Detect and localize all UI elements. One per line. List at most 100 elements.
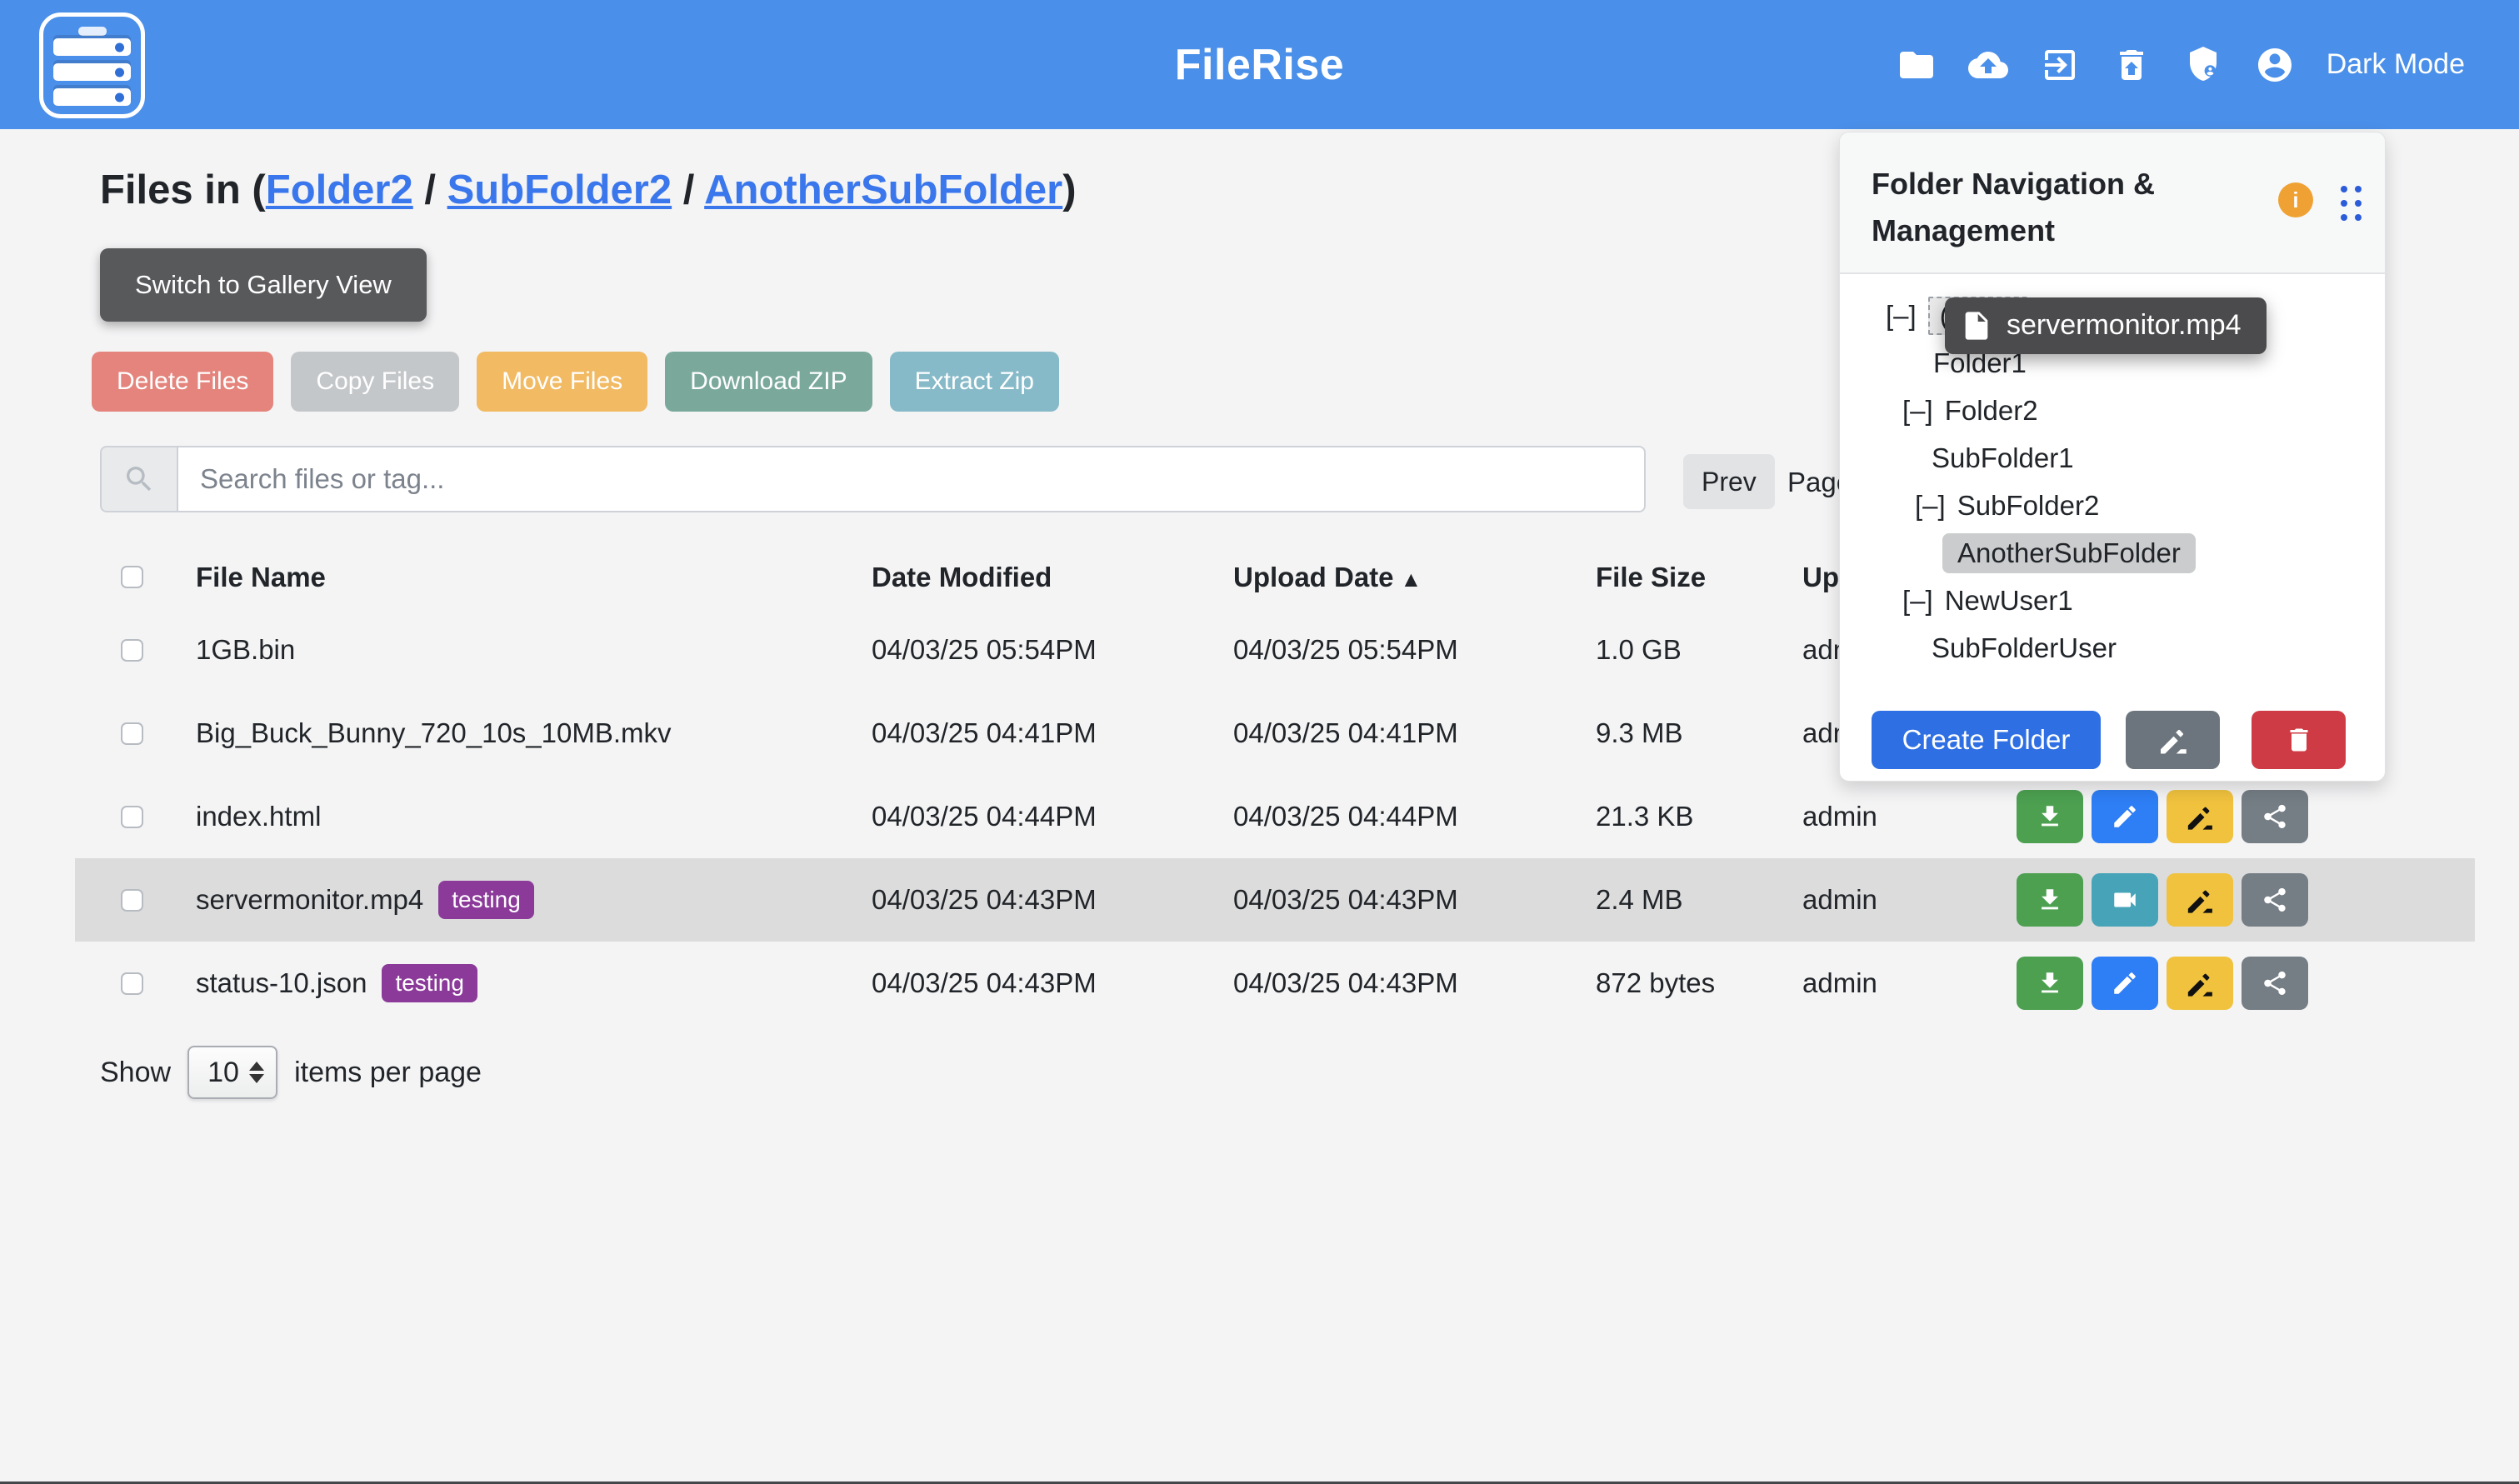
edit-button[interactable] xyxy=(2092,957,2158,1010)
tree-toggle-icon[interactable]: [–] xyxy=(1902,395,1933,427)
filerise-app: FileRise Dark Mode Files in (Folder2 / S… xyxy=(0,0,2519,1484)
uploader: admin xyxy=(1802,884,2017,916)
file-name[interactable]: 1GB.bin xyxy=(196,634,295,666)
trash-restore-icon[interactable] xyxy=(2112,45,2152,85)
row-checkbox[interactable] xyxy=(121,972,143,995)
cloud-upload-icon[interactable] xyxy=(1968,45,2008,85)
column-header-file-size[interactable]: File Size xyxy=(1596,562,1802,593)
file-name[interactable]: Big_Buck_Bunny_720_10s_10MB.mkv xyxy=(196,717,672,749)
tree-item-newuser1[interactable]: [–] NewUser1 xyxy=(1840,577,2385,625)
share-button[interactable] xyxy=(2242,957,2308,1010)
column-header-file-name[interactable]: File Name xyxy=(196,562,872,593)
breadcrumb-separator: / xyxy=(413,167,447,212)
search-bar xyxy=(100,446,1646,512)
uploader: admin xyxy=(1802,801,2017,832)
breadcrumb-suffix: ) xyxy=(1062,167,1076,212)
search-input[interactable] xyxy=(177,446,1646,512)
play-video-button[interactable] xyxy=(2092,873,2158,927)
delete-files-button[interactable]: Delete Files xyxy=(92,352,273,412)
copy-files-button[interactable]: Copy Files xyxy=(291,352,459,412)
sign-in-icon[interactable] xyxy=(2040,45,2080,85)
rename-button[interactable] xyxy=(2167,957,2233,1010)
tree-toggle-icon[interactable]: [–] xyxy=(1915,490,1946,522)
file-size: 21.3 KB xyxy=(1596,801,1802,832)
file-name[interactable]: index.html xyxy=(196,801,321,832)
row-checkbox[interactable] xyxy=(121,806,143,828)
file-size: 872 bytes xyxy=(1596,967,1802,999)
download-button[interactable] xyxy=(2017,873,2083,927)
row-checkbox[interactable] xyxy=(121,889,143,912)
edit-button[interactable] xyxy=(2092,790,2158,843)
tree-item-subfolder1[interactable]: SubFolder1 xyxy=(1840,435,2385,482)
file-tag-badge: testing xyxy=(382,964,477,1002)
search-icon xyxy=(100,446,177,512)
table-row: status-10.json testing 04/03/25 04:43PM … xyxy=(75,942,2475,1025)
breadcrumb-link-subfolder2[interactable]: SubFolder2 xyxy=(447,167,672,212)
sort-ascending-icon: ▲ xyxy=(1401,567,1422,592)
upload-date: 04/03/25 05:54PM xyxy=(1233,634,1596,666)
folder-icon[interactable] xyxy=(1897,45,1937,85)
info-icon[interactable]: i xyxy=(2278,182,2313,217)
items-per-page-select[interactable]: 10 xyxy=(187,1046,277,1099)
rename-button[interactable] xyxy=(2167,873,2233,927)
select-spinner-icon xyxy=(249,1062,264,1083)
account-circle-icon[interactable] xyxy=(2255,45,2295,85)
upload-date: 04/03/25 04:44PM xyxy=(1233,801,1596,832)
rename-folder-button[interactable] xyxy=(2126,711,2220,769)
filerise-logo-icon[interactable] xyxy=(39,12,145,118)
drag-handle-icon[interactable] xyxy=(2341,186,2362,221)
row-checkbox[interactable] xyxy=(121,722,143,745)
top-bar: FileRise Dark Mode xyxy=(0,0,2519,129)
items-per-page-control: Show 10 items per page xyxy=(100,1046,482,1099)
selected-folder[interactable]: AnotherSubFolder xyxy=(1942,533,2196,573)
folder-navigation-panel: Folder Navigation & Management i [–] (Ro… xyxy=(1839,132,2386,782)
upload-date: 04/03/25 04:43PM xyxy=(1233,884,1596,916)
download-button[interactable] xyxy=(2017,790,2083,843)
extract-zip-button[interactable]: Extract Zip xyxy=(890,352,1059,412)
create-folder-button[interactable]: Create Folder xyxy=(1872,711,2101,769)
drag-ghost-label: servermonitor.mp4 xyxy=(2007,309,2242,342)
tree-item-anothersubfolder[interactable]: AnotherSubFolder xyxy=(1840,530,2385,577)
share-button[interactable] xyxy=(2242,873,2308,927)
switch-to-gallery-button[interactable]: Switch to Gallery View xyxy=(100,248,427,322)
date-modified: 04/03/25 04:43PM xyxy=(872,884,1233,916)
row-checkbox[interactable] xyxy=(121,639,143,662)
file-name[interactable]: servermonitor.mp4 xyxy=(196,884,423,916)
shield-user-icon[interactable] xyxy=(2183,45,2223,85)
tree-toggle-icon[interactable]: [–] xyxy=(1886,300,1917,332)
file-icon xyxy=(1960,309,1993,342)
tree-toggle-icon[interactable]: [–] xyxy=(1902,585,1933,617)
column-header-date-modified[interactable]: Date Modified xyxy=(872,562,1233,593)
file-size: 2.4 MB xyxy=(1596,884,1802,916)
tree-item-subfolderuser[interactable]: SubFolderUser xyxy=(1840,625,2385,672)
file-name[interactable]: status-10.json xyxy=(196,967,367,999)
bulk-actions-row: Delete Files Copy Files Move Files Downl… xyxy=(92,352,1059,412)
folder-panel-buttons: Create Folder xyxy=(1872,711,2346,769)
tree-item-subfolder2[interactable]: [–] SubFolder2 xyxy=(1840,482,2385,530)
delete-folder-button[interactable] xyxy=(2252,711,2346,769)
share-button[interactable] xyxy=(2242,790,2308,843)
breadcrumb-link-folder2[interactable]: Folder2 xyxy=(266,167,413,212)
folder-panel-title: Folder Navigation & Management xyxy=(1872,161,2222,254)
tree-item-folder2[interactable]: [–] Folder2 xyxy=(1840,387,2385,435)
items-per-page-label: items per page xyxy=(294,1057,482,1089)
prev-page-button[interactable]: Prev xyxy=(1683,454,1775,509)
rename-button[interactable] xyxy=(2167,790,2233,843)
date-modified: 04/03/25 04:44PM xyxy=(872,801,1233,832)
column-header-upload-date[interactable]: Upload Date▲ xyxy=(1233,562,1596,593)
move-files-button[interactable]: Move Files xyxy=(477,352,647,412)
breadcrumb-prefix: Files in ( xyxy=(100,167,266,212)
app-title: FileRise xyxy=(1175,40,1344,90)
drag-ghost: servermonitor.mp4 xyxy=(1945,297,2267,354)
download-zip-button[interactable]: Download ZIP xyxy=(665,352,872,412)
show-label: Show xyxy=(100,1057,171,1089)
upload-date: 04/03/25 04:41PM xyxy=(1233,717,1596,749)
breadcrumb-link-anothersubfolder[interactable]: AnotherSubFolder xyxy=(704,167,1062,212)
dark-mode-toggle[interactable]: Dark Mode xyxy=(2327,48,2465,81)
topbar-actions: Dark Mode xyxy=(1897,45,2465,85)
file-size: 9.3 MB xyxy=(1596,717,1802,749)
select-all-checkbox[interactable] xyxy=(121,566,143,588)
file-size: 1.0 GB xyxy=(1596,634,1802,666)
items-per-page-value: 10 xyxy=(207,1057,239,1089)
download-button[interactable] xyxy=(2017,957,2083,1010)
